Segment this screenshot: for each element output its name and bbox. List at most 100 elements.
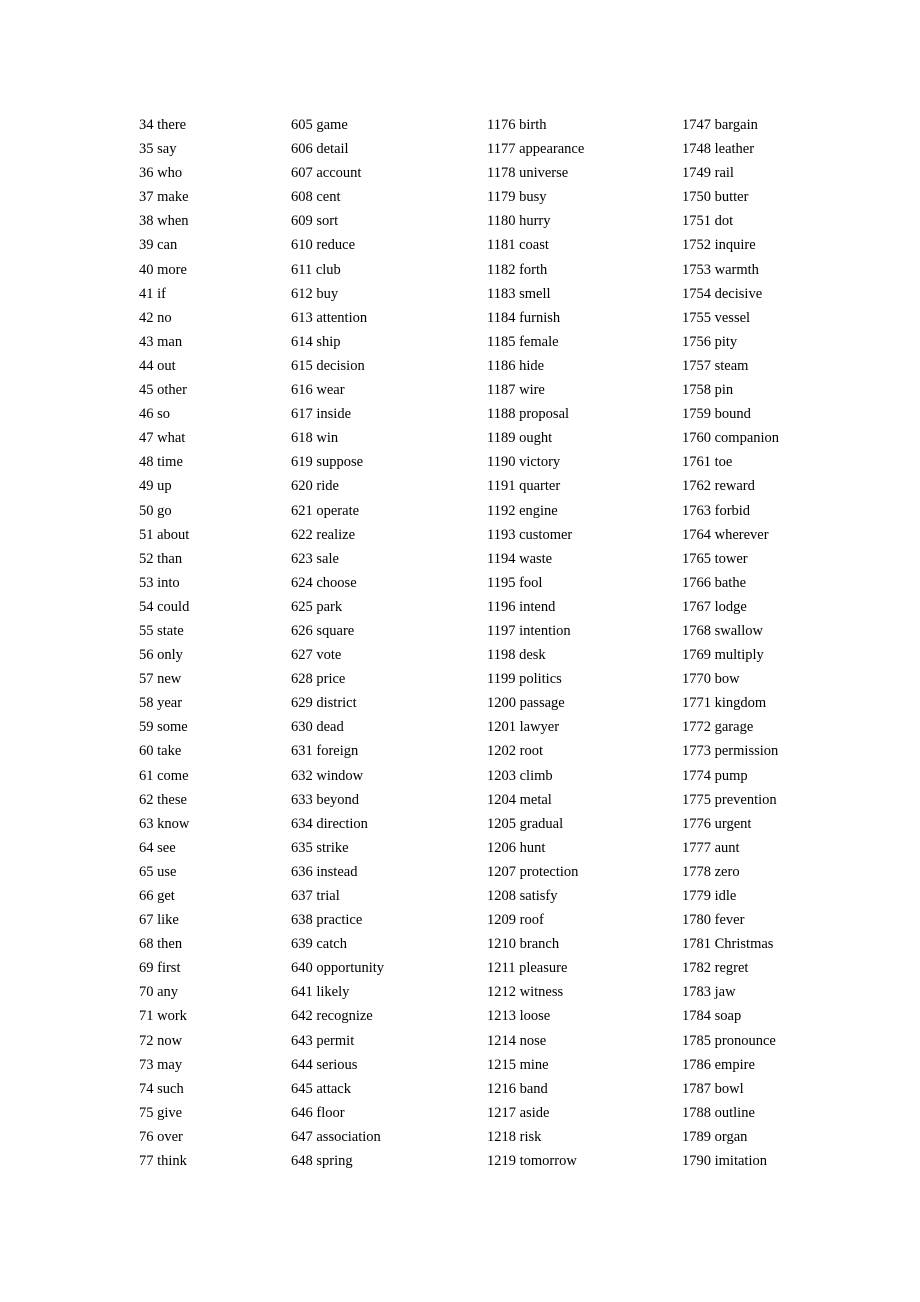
entry-rank-number: 75	[139, 1104, 154, 1121]
entry-word: first	[157, 960, 181, 977]
entry-word: aunt	[714, 839, 740, 856]
entry-rank-number: 1785	[682, 1032, 711, 1049]
entry-rank-number: 617	[291, 406, 313, 423]
entry-rank-number: 1787	[682, 1080, 711, 1097]
entry-rank-number: 1755	[682, 309, 711, 326]
entry-word: so	[157, 406, 171, 423]
word-list-entry: 1216 band	[487, 1079, 584, 1103]
word-list-entry: 1214 nose	[487, 1031, 584, 1055]
word-list-entry: 611 club	[291, 260, 384, 284]
entry-word: give	[157, 1104, 183, 1121]
word-list-entry: 60 take	[139, 741, 189, 765]
entry-rank-number: 55	[139, 622, 154, 639]
word-list-entry: 1203 climb	[487, 766, 584, 790]
entry-word: furnish	[519, 309, 561, 326]
word-list-entry: 1187 wire	[487, 380, 584, 404]
entry-word: attention	[316, 309, 368, 326]
entry-word: tomorrow	[519, 1153, 577, 1170]
entry-word: regret	[714, 960, 749, 977]
entry-rank-number: 1750	[682, 189, 711, 206]
word-list-entry: 630 dead	[291, 717, 384, 741]
word-list-entry: 41 if	[139, 284, 189, 308]
word-list-entry: 1761 toe	[682, 452, 779, 476]
entry-word: floor	[316, 1104, 345, 1121]
word-list-entry: 1780 fever	[682, 910, 779, 934]
entry-rank-number: 70	[139, 984, 154, 1001]
document-page: 34 there 35 say 36 who 37 make 38 when 39 can…	[0, 0, 920, 1302]
entry-word: operate	[316, 502, 360, 519]
entry-word: quarter	[519, 478, 561, 495]
word-list-entry: 1766 bathe	[682, 573, 779, 597]
entry-rank-number: 1216	[487, 1080, 516, 1097]
entry-rank-number: 1189	[487, 430, 516, 447]
entry-rank-number: 1197	[487, 622, 516, 639]
entry-rank-number: 1778	[682, 863, 711, 880]
entry-rank-number: 61	[139, 767, 154, 784]
entry-rank-number: 1211	[487, 960, 516, 977]
entry-word: account	[316, 165, 362, 182]
word-list-entry: 1751 dot	[682, 211, 779, 235]
entry-word: mine	[519, 1056, 549, 1073]
entry-rank-number: 635	[291, 839, 313, 856]
entry-rank-number: 1180	[487, 213, 516, 230]
word-list-entry: 621 operate	[291, 501, 384, 525]
entry-rank-number: 38	[139, 213, 154, 230]
word-list-entry: 62 these	[139, 790, 189, 814]
entry-word: hunt	[519, 839, 546, 856]
entry-word: beyond	[316, 791, 360, 808]
entry-word: desk	[519, 647, 546, 664]
entry-rank-number: 1790	[682, 1153, 711, 1170]
entry-word: inquire	[714, 237, 756, 254]
entry-word: leather	[714, 141, 755, 158]
entry-rank-number: 1762	[682, 478, 711, 495]
word-list-entry: 624 choose	[291, 573, 384, 597]
word-list-entry: 1210 branch	[487, 934, 584, 958]
entry-word: root	[519, 743, 543, 760]
entry-word: detail	[316, 141, 349, 158]
word-list-entry: 69 first	[139, 958, 189, 982]
word-list-entry: 66 get	[139, 886, 189, 910]
word-list-entry: 50 go	[139, 501, 189, 525]
entry-word: roof	[519, 912, 544, 929]
word-list-entry: 1777 aunt	[682, 838, 779, 862]
word-list-entry: 1771 kingdom	[682, 693, 779, 717]
word-list-entry: 642 recognize	[291, 1006, 384, 1030]
entry-word: strike	[316, 839, 349, 856]
word-list-entry: 74 such	[139, 1079, 189, 1103]
entry-rank-number: 636	[291, 863, 313, 880]
word-list-entry: 1790 imitation	[682, 1151, 779, 1175]
word-list-entry: 1763 forbid	[682, 501, 779, 525]
word-list-entry: 64 see	[139, 838, 189, 862]
word-list-entry: 1784 soap	[682, 1006, 779, 1030]
entry-rank-number: 1201	[487, 719, 516, 736]
word-list-entry: 57 new	[139, 669, 189, 693]
entry-rank-number: 1176	[487, 117, 516, 133]
entry-word: choose	[316, 574, 357, 591]
entry-word: multiply	[714, 647, 764, 664]
word-list-entry: 38 when	[139, 211, 189, 235]
entry-word: now	[157, 1032, 183, 1049]
word-list-entry: 1770 bow	[682, 669, 779, 693]
entry-word: coast	[519, 237, 549, 254]
entry-word: opportunity	[316, 960, 385, 977]
entry-word: reward	[714, 478, 755, 495]
entry-word: district	[316, 695, 357, 712]
entry-rank-number: 1773	[682, 743, 711, 760]
word-list-entry: 632 window	[291, 766, 384, 790]
entry-word: cent	[316, 189, 341, 206]
word-list-entry: 1785 pronounce	[682, 1031, 779, 1055]
word-list-entry: 608 cent	[291, 187, 384, 211]
entry-rank-number: 608	[291, 189, 313, 206]
word-list-entry: 1749 rail	[682, 163, 779, 187]
entry-rank-number: 1208	[487, 888, 516, 904]
entry-rank-number: 65	[139, 863, 154, 880]
entry-word: window	[316, 767, 364, 784]
entry-word: witness	[519, 984, 564, 1001]
entry-rank-number: 1747	[682, 117, 711, 133]
entry-word: toe	[714, 454, 733, 471]
word-list-entry: 1765 tower	[682, 549, 779, 573]
entry-rank-number: 1759	[682, 406, 711, 423]
entry-word: permission	[714, 743, 779, 760]
entry-rank-number: 1219	[487, 1153, 516, 1170]
word-list-entry: 1759 bound	[682, 404, 779, 428]
